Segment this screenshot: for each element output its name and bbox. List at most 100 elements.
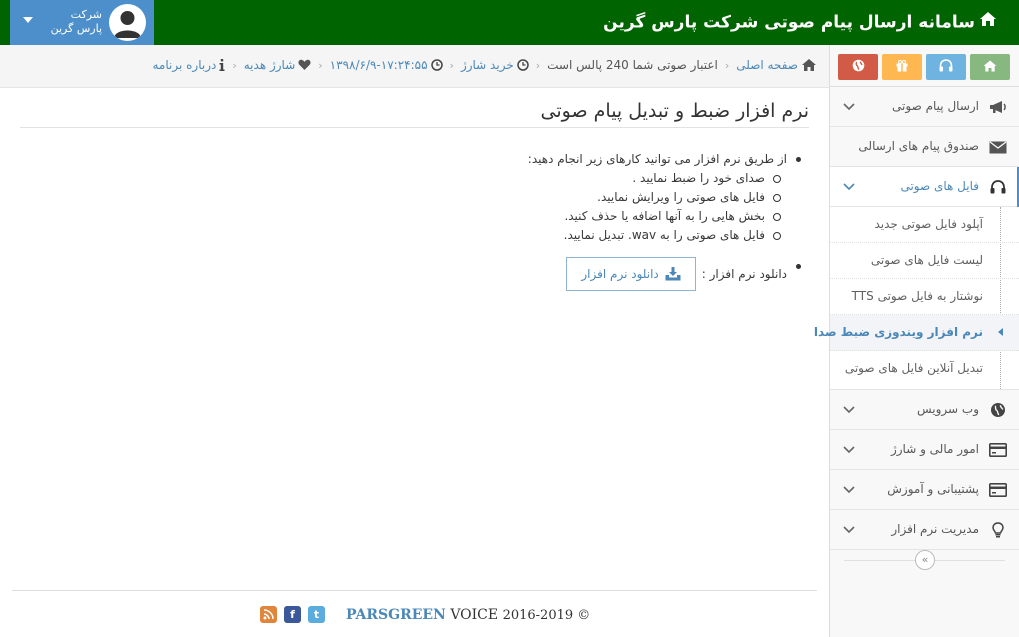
- app-title-text: سامانه ارسال پیام صوتی شرکت پارس گرین: [603, 12, 975, 33]
- home-icon: [983, 60, 997, 75]
- envelope-icon: [989, 139, 1007, 155]
- title-divider: [20, 127, 809, 128]
- list-item: از طریق نرم افزار می توانید کارهای زیر ا…: [109, 150, 809, 245]
- chevron-left-icon: ‹: [535, 58, 541, 72]
- submenu-item-online-convert[interactable]: تبدیل آنلاین فایل های صوتی: [830, 351, 1019, 389]
- download-button-label: دانلود نرم افزار: [581, 266, 659, 281]
- list-item: دانلود نرم افزار : دانلود نرم افزار: [109, 257, 809, 291]
- sidebar-item-label: وب سرویس: [916, 402, 979, 416]
- shortcut-home-button[interactable]: [970, 54, 1010, 80]
- chevron-left-icon: ‹: [724, 58, 730, 72]
- globe-icon: [989, 402, 1007, 418]
- globe-icon: [852, 59, 865, 75]
- breadcrumb-datetime: ۱۳۹۸/۶/۹-۱۷:۲۴:۵۵: [330, 58, 443, 72]
- chevron-left-icon: ‹: [318, 58, 323, 72]
- sidebar-shortcuts: [830, 45, 1019, 87]
- credit-card-icon: [989, 442, 1007, 458]
- footer-divider: [12, 590, 817, 591]
- headphones-icon: [939, 59, 953, 75]
- chevron-down-icon: [842, 402, 856, 416]
- clock-icon: [516, 59, 529, 71]
- submenu-item-label: لیست فایل های صوتی: [870, 253, 983, 267]
- lightbulb-icon: [989, 522, 1007, 538]
- submenu-item-label: تبدیل آنلاین فایل های صوتی: [844, 361, 983, 375]
- user-name: شرکت پارس گرین: [51, 8, 102, 36]
- top-bar: سامانه ارسال پیام صوتی شرکت پارس گرین شر…: [0, 0, 1019, 45]
- download-row: دانلود نرم افزار : دانلود نرم افزار: [109, 257, 787, 291]
- shortcut-globe-button[interactable]: [838, 54, 878, 80]
- breadcrumb-about[interactable]: درباره برنامه: [152, 58, 225, 72]
- chevron-down-icon: [842, 179, 856, 193]
- main-content: نرم افزار ضبط و تبدیل پیام صوتی از طریق …: [0, 88, 829, 637]
- app-title[interactable]: سامانه ارسال پیام صوتی شرکت پارس گرین: [603, 0, 997, 45]
- user-line-name: پارس گرین: [50, 22, 102, 35]
- clock-icon: [430, 59, 443, 71]
- sidebar-item-label: پشتیبانی و آموزش: [887, 482, 979, 496]
- intro-text: از طریق نرم افزار می توانید کارهای زیر ا…: [527, 152, 787, 166]
- shortcut-headphones-button[interactable]: [926, 54, 966, 80]
- list-item: بخش هایی را به آنها اضافه یا حذف کنید.: [109, 207, 787, 226]
- facebook-icon[interactable]: f: [284, 606, 301, 623]
- sidebar-item-label: ارسال پیام صوتی: [892, 99, 979, 113]
- sidebar-item-software-management[interactable]: مدیریت نرم افزار: [830, 510, 1019, 550]
- download-button[interactable]: دانلود نرم افزار: [566, 257, 696, 291]
- sidebar-item-voice-files[interactable]: فایل های صوتی: [830, 167, 1019, 207]
- sidebar-item-web-service[interactable]: وب سرویس: [830, 390, 1019, 430]
- footer-years: 2016-2019 ©: [502, 607, 591, 623]
- chevron-down-icon: [842, 442, 856, 456]
- sidebar-item-finance[interactable]: امور مالی و شارژ: [830, 430, 1019, 470]
- home-icon: [979, 0, 997, 45]
- megaphone-icon: [989, 99, 1007, 115]
- shortcut-gift-button[interactable]: [882, 54, 922, 80]
- sidebar-item-label: صندوق پیام های ارسالی: [858, 139, 979, 153]
- caret-down-icon: [23, 17, 33, 23]
- sidebar-item-label: فایل های صوتی: [900, 179, 979, 193]
- breadcrumb-datetime-value: ۱۳۹۸/۶/۹-۱۷:۲۴:۵۵: [329, 58, 428, 72]
- chevron-left-icon: ‹: [449, 58, 454, 72]
- breadcrumb-home[interactable]: صفحه اصلی: [736, 58, 817, 72]
- list-item: فایل های صوتی را به wav. تبدیل نمایید.: [109, 226, 787, 245]
- list-item: فایل های صوتی را ویرایش نمایید.: [109, 188, 787, 207]
- user-line-company: شرکت: [70, 8, 102, 21]
- sidebar-item-label: مدیریت نرم افزار: [891, 522, 979, 536]
- breadcrumb-about-label: درباره برنامه: [152, 58, 217, 72]
- breadcrumb-buy-charge[interactable]: خرید شارژ: [461, 58, 529, 72]
- submenu-item-tts[interactable]: نوشتار به فایل صوتی TTS: [830, 279, 1019, 315]
- chevron-down-icon: [842, 99, 856, 113]
- breadcrumb-buy-label: خرید شارژ: [460, 58, 514, 72]
- submenu-item-upload[interactable]: آپلود فایل صوتی جدید: [830, 207, 1019, 243]
- breadcrumb-home-label: صفحه اصلی: [736, 58, 798, 72]
- credit-card-icon: [989, 482, 1007, 498]
- submenu-item-label: نوشتار به فایل صوتی TTS: [851, 289, 983, 303]
- user-menu[interactable]: شرکت پارس گرین: [10, 0, 154, 45]
- chevron-down-icon: [842, 522, 856, 536]
- sidebar-collapse-button[interactable]: «: [915, 550, 935, 570]
- gift-icon: [896, 59, 908, 75]
- footer: f t PARSGREEN VOICE 2016-2019 ©: [260, 606, 590, 623]
- footer-brand: PARSGREEN: [346, 606, 446, 623]
- content-body: از طریق نرم افزار می توانید کارهای زیر ا…: [109, 150, 809, 291]
- info-icon: [219, 59, 225, 71]
- sidebar-item-sent-box[interactable]: صندوق پیام های ارسالی: [830, 127, 1019, 167]
- download-icon: [665, 267, 681, 281]
- rss-icon[interactable]: [260, 606, 277, 623]
- feature-list: از طریق نرم افزار می توانید کارهای زیر ا…: [109, 150, 809, 291]
- home-icon: [801, 58, 817, 72]
- download-label: دانلود نرم افزار :: [701, 266, 787, 281]
- breadcrumb-gift-charge[interactable]: شارژ هدیه: [244, 58, 312, 72]
- sidebar-item-send-voice[interactable]: ارسال پیام صوتی: [830, 87, 1019, 127]
- submenu-item-label: نرم افزار ویندوزی ضبط صدا: [813, 325, 983, 339]
- heart-icon: [298, 59, 311, 71]
- submenu-item-label: آپلود فایل صوتی جدید: [874, 217, 983, 231]
- sidebar: ارسال پیام صوتی صندوق پیام های ارسالی فا…: [814, 45, 1019, 637]
- submenu-item-list[interactable]: لیست فایل های صوتی: [830, 243, 1019, 279]
- twitter-icon[interactable]: t: [308, 606, 325, 623]
- submenu-voice-files: آپلود فایل صوتی جدید لیست فایل های صوتی …: [814, 207, 1019, 390]
- breadcrumb-credit: اعتبار صوتی شما 240 پالس است: [547, 58, 718, 72]
- copyright: PARSGREEN VOICE 2016-2019 ©: [346, 607, 590, 623]
- feature-sublist: صدای خود را ضبط نمایید . فایل های صوتی ر…: [109, 169, 787, 245]
- submenu-item-windows-recorder[interactable]: نرم افزار ویندوزی ضبط صدا: [814, 315, 1019, 351]
- chevron-down-icon: [842, 482, 856, 496]
- sidebar-item-label: امور مالی و شارژ: [890, 442, 979, 456]
- sidebar-item-support[interactable]: پشتیبانی و آموزش: [830, 470, 1019, 510]
